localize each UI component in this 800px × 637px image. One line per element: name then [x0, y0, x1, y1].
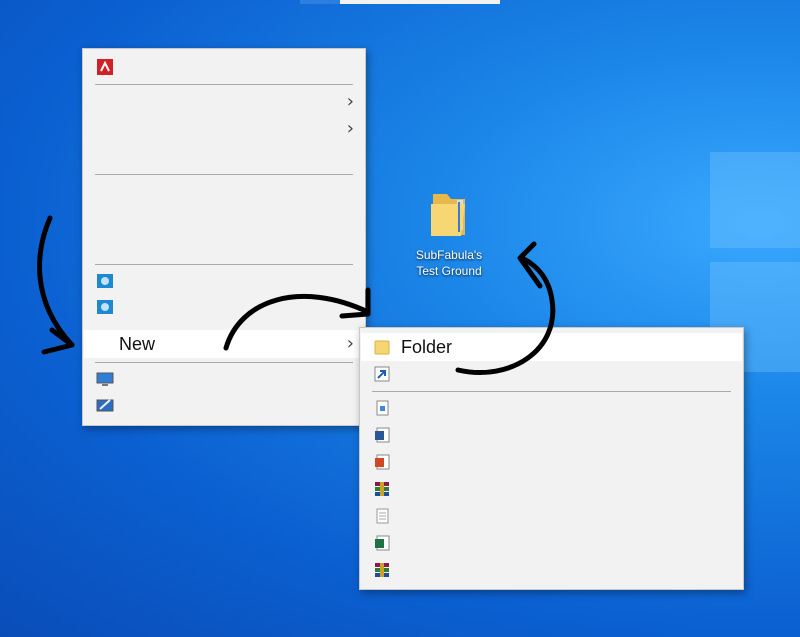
arrow-down-to-new [37, 215, 75, 348]
annotation-arrows [37, 215, 556, 376]
arrow-folder-to-desktop [455, 255, 556, 376]
arrow-head [41, 327, 75, 355]
arrow-new-to-submenu [223, 294, 371, 351]
